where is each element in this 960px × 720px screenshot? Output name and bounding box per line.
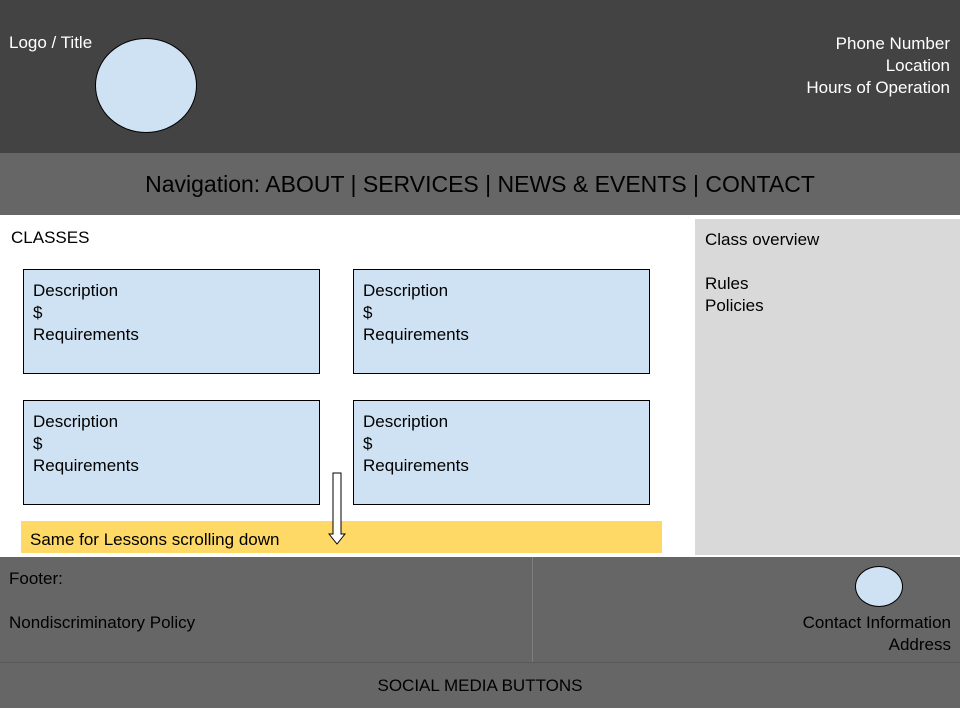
card-requirements: Requirements (33, 325, 139, 344)
class-card: Description $ Requirements (23, 269, 320, 374)
navigation-bar: Navigation: ABOUT | SERVICES | NEWS & EV… (0, 153, 960, 215)
classes-heading: CLASSES (11, 228, 90, 247)
footer-right: Contact Information Address (803, 612, 951, 656)
class-card: Description $ Requirements (353, 269, 650, 374)
class-card: Description $ Requirements (23, 400, 320, 505)
class-card: Description $ Requirements (353, 400, 650, 505)
card-price: $ (33, 303, 43, 322)
card-description: Description (363, 412, 449, 431)
social-media-buttons-label: SOCIAL MEDIA BUTTONS (377, 675, 583, 695)
card-description: Description (33, 281, 119, 300)
footer-divider (532, 557, 533, 662)
card-requirements: Requirements (363, 456, 469, 475)
logo-title: Logo / Title (9, 33, 93, 52)
location: Location (885, 56, 950, 75)
contact-information: Contact Information (802, 613, 951, 632)
header-info: Phone Number Location Hours of Operation (806, 33, 950, 99)
class-overview: Class overview (705, 230, 820, 249)
card-description: Description (363, 281, 449, 300)
scroll-down-arrow-icon (328, 472, 346, 545)
sidebar: Class overview Rules Policies (695, 219, 960, 555)
card-requirements: Requirements (33, 456, 139, 475)
card-requirements: Requirements (363, 325, 469, 344)
card-price: $ (363, 303, 373, 322)
card-description: Description (33, 412, 119, 431)
rules: Rules (705, 274, 749, 293)
card-price: $ (363, 434, 373, 453)
phone-number: Phone Number (835, 34, 950, 53)
footer-image-placeholder (855, 566, 903, 607)
hours-of-operation: Hours of Operation (806, 78, 950, 97)
nondiscriminatory-policy: Nondiscriminatory Policy (9, 613, 196, 632)
navigation-text: Navigation: ABOUT | SERVICES | NEWS & EV… (145, 170, 815, 197)
lessons-note-text: Same for Lessons scrolling down (30, 530, 280, 549)
social-media-bar: SOCIAL MEDIA BUTTONS (0, 662, 960, 708)
policies: Policies (705, 296, 764, 315)
card-price: $ (33, 434, 43, 453)
footer-label: Footer: (9, 569, 63, 588)
footer-left: Footer: Nondiscriminatory Policy (9, 568, 195, 634)
address: Address (888, 635, 951, 654)
logo-placeholder (95, 38, 197, 133)
